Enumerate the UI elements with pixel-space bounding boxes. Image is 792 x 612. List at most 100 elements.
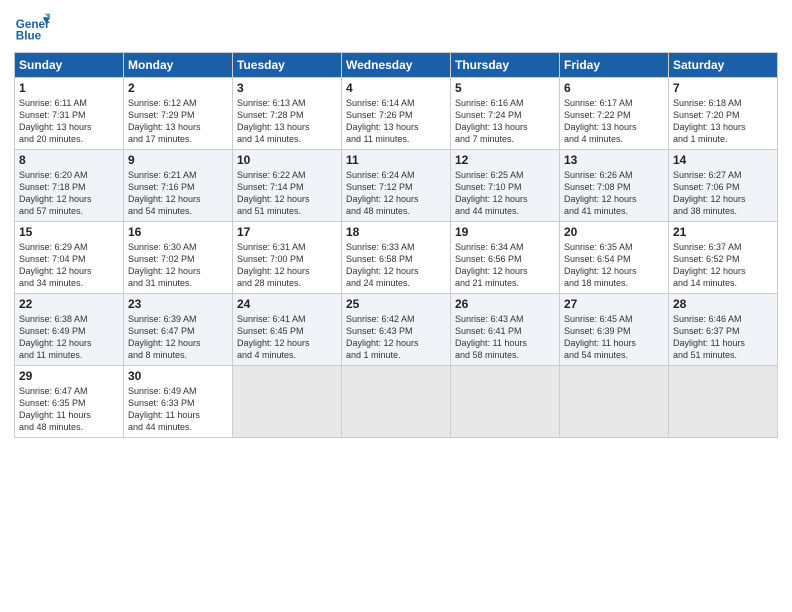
calendar-cell: 29 Sunrise: 6:47 AMSunset: 6:35 PMDayligh… (15, 366, 124, 438)
day-number: 7 (673, 81, 773, 95)
cell-info: Sunrise: 6:14 AMSunset: 7:26 PMDaylight:… (346, 97, 446, 146)
cell-info: Sunrise: 6:42 AMSunset: 6:43 PMDaylight:… (346, 313, 446, 362)
cell-info: Sunrise: 6:27 AMSunset: 7:06 PMDaylight:… (673, 169, 773, 218)
logo-icon: General Blue (14, 10, 50, 46)
day-header-monday: Monday (124, 53, 233, 78)
cell-info: Sunrise: 6:31 AMSunset: 7:00 PMDaylight:… (237, 241, 337, 290)
cell-info: Sunrise: 6:25 AMSunset: 7:10 PMDaylight:… (455, 169, 555, 218)
page-container: General Blue SundayMondayTuesdayWednesda… (0, 0, 792, 446)
calendar-cell: 21 Sunrise: 6:37 AMSunset: 6:52 PMDayligh… (669, 222, 778, 294)
cell-info: Sunrise: 6:43 AMSunset: 6:41 PMDaylight:… (455, 313, 555, 362)
cell-info: Sunrise: 6:37 AMSunset: 6:52 PMDaylight:… (673, 241, 773, 290)
day-number: 2 (128, 81, 228, 95)
cell-info: Sunrise: 6:26 AMSunset: 7:08 PMDaylight:… (564, 169, 664, 218)
day-number: 3 (237, 81, 337, 95)
cell-info: Sunrise: 6:41 AMSunset: 6:45 PMDaylight:… (237, 313, 337, 362)
cell-info: Sunrise: 6:13 AMSunset: 7:28 PMDaylight:… (237, 97, 337, 146)
cell-info: Sunrise: 6:30 AMSunset: 7:02 PMDaylight:… (128, 241, 228, 290)
day-number: 21 (673, 225, 773, 239)
day-header-tuesday: Tuesday (233, 53, 342, 78)
day-header-saturday: Saturday (669, 53, 778, 78)
day-number: 10 (237, 153, 337, 167)
calendar-cell: 7 Sunrise: 6:18 AMSunset: 7:20 PMDaylight… (669, 78, 778, 150)
day-number: 22 (19, 297, 119, 311)
calendar-cell: 18 Sunrise: 6:33 AMSunset: 6:58 PMDayligh… (342, 222, 451, 294)
calendar-week-3: 15 Sunrise: 6:29 AMSunset: 7:04 PMDayligh… (15, 222, 778, 294)
calendar-cell: 28Sunrise: 6:46 AMSunset: 6:37 PMDayligh… (669, 294, 778, 366)
calendar-cell: 3 Sunrise: 6:13 AMSunset: 7:28 PMDaylight… (233, 78, 342, 150)
calendar-week-5: 29 Sunrise: 6:47 AMSunset: 6:35 PMDayligh… (15, 366, 778, 438)
day-number: 26 (455, 297, 555, 311)
cell-info: Sunrise: 6:17 AMSunset: 7:22 PMDaylight:… (564, 97, 664, 146)
day-number: 12 (455, 153, 555, 167)
cell-info: Sunrise: 6:24 AMSunset: 7:12 PMDaylight:… (346, 169, 446, 218)
cell-info: Sunrise: 6:22 AMSunset: 7:14 PMDaylight:… (237, 169, 337, 218)
cell-info: Sunrise: 6:18 AMSunset: 7:20 PMDaylight:… (673, 97, 773, 146)
calendar-cell: 4Sunrise: 6:14 AMSunset: 7:26 PMDaylight… (342, 78, 451, 150)
day-number: 25 (346, 297, 446, 311)
calendar-cell (451, 366, 560, 438)
calendar-cell: 19 Sunrise: 6:34 AMSunset: 6:56 PMDayligh… (451, 222, 560, 294)
day-number: 30 (128, 369, 228, 383)
cell-info: Sunrise: 6:47 AMSunset: 6:35 PMDaylight:… (19, 385, 119, 434)
calendar-cell: 5Sunrise: 6:16 AMSunset: 7:24 PMDaylight… (451, 78, 560, 150)
calendar-cell: 25 Sunrise: 6:42 AMSunset: 6:43 PMDayligh… (342, 294, 451, 366)
calendar-cell: 10 Sunrise: 6:22 AMSunset: 7:14 PMDayligh… (233, 150, 342, 222)
calendar-cell: 14 Sunrise: 6:27 AMSunset: 7:06 PMDayligh… (669, 150, 778, 222)
calendar-week-4: 22 Sunrise: 6:38 AMSunset: 6:49 PMDayligh… (15, 294, 778, 366)
cell-info: Sunrise: 6:35 AMSunset: 6:54 PMDaylight:… (564, 241, 664, 290)
logo: General Blue (14, 10, 50, 46)
calendar-cell: 24 Sunrise: 6:41 AMSunset: 6:45 PMDayligh… (233, 294, 342, 366)
day-number: 20 (564, 225, 664, 239)
calendar-cell: 30 Sunrise: 6:49 AMSunset: 6:33 PMDayligh… (124, 366, 233, 438)
cell-info: Sunrise: 6:29 AMSunset: 7:04 PMDaylight:… (19, 241, 119, 290)
day-number: 18 (346, 225, 446, 239)
cell-info: Sunrise: 6:20 AMSunset: 7:18 PMDaylight:… (19, 169, 119, 218)
day-number: 27 (564, 297, 664, 311)
cell-info: Sunrise: 6:33 AMSunset: 6:58 PMDaylight:… (346, 241, 446, 290)
header-row: General Blue (14, 10, 778, 46)
calendar-cell: 26 Sunrise: 6:43 AMSunset: 6:41 PMDayligh… (451, 294, 560, 366)
cell-info: Sunrise: 6:11 AMSunset: 7:31 PMDaylight:… (19, 97, 119, 146)
day-number: 19 (455, 225, 555, 239)
day-header-sunday: Sunday (15, 53, 124, 78)
day-header-friday: Friday (560, 53, 669, 78)
day-number: 8 (19, 153, 119, 167)
day-number: 16 (128, 225, 228, 239)
calendar-cell: 6 Sunrise: 6:17 AMSunset: 7:22 PMDaylight… (560, 78, 669, 150)
calendar-cell: 8 Sunrise: 6:20 AMSunset: 7:18 PMDaylight… (15, 150, 124, 222)
calendar-cell: 22 Sunrise: 6:38 AMSunset: 6:49 PMDayligh… (15, 294, 124, 366)
day-number: 17 (237, 225, 337, 239)
day-number: 14 (673, 153, 773, 167)
day-header-wednesday: Wednesday (342, 53, 451, 78)
calendar-cell: 9Sunrise: 6:21 AMSunset: 7:16 PMDaylight… (124, 150, 233, 222)
cell-info: Sunrise: 6:49 AMSunset: 6:33 PMDaylight:… (128, 385, 228, 434)
day-number: 11 (346, 153, 446, 167)
calendar-cell: 27 Sunrise: 6:45 AMSunset: 6:39 PMDayligh… (560, 294, 669, 366)
calendar-cell (342, 366, 451, 438)
calendar-cell: 11 Sunrise: 6:24 AMSunset: 7:12 PMDayligh… (342, 150, 451, 222)
cell-info: Sunrise: 6:45 AMSunset: 6:39 PMDaylight:… (564, 313, 664, 362)
day-number: 5 (455, 81, 555, 95)
day-header-thursday: Thursday (451, 53, 560, 78)
day-number: 24 (237, 297, 337, 311)
calendar-cell: 23Sunrise: 6:39 AMSunset: 6:47 PMDayligh… (124, 294, 233, 366)
svg-text:Blue: Blue (16, 30, 42, 43)
cell-info: Sunrise: 6:34 AMSunset: 6:56 PMDaylight:… (455, 241, 555, 290)
day-number: 13 (564, 153, 664, 167)
calendar-week-1: 1Sunrise: 6:11 AMSunset: 7:31 PMDaylight… (15, 78, 778, 150)
day-number: 6 (564, 81, 664, 95)
calendar-cell: 15 Sunrise: 6:29 AMSunset: 7:04 PMDayligh… (15, 222, 124, 294)
day-number: 15 (19, 225, 119, 239)
calendar-week-2: 8 Sunrise: 6:20 AMSunset: 7:18 PMDaylight… (15, 150, 778, 222)
cell-info: Sunrise: 6:21 AMSunset: 7:16 PMDaylight:… (128, 169, 228, 218)
cell-info: Sunrise: 6:46 AMSunset: 6:37 PMDaylight:… (673, 313, 773, 362)
calendar-cell: 12 Sunrise: 6:25 AMSunset: 7:10 PMDayligh… (451, 150, 560, 222)
calendar-cell: 1Sunrise: 6:11 AMSunset: 7:31 PMDaylight… (15, 78, 124, 150)
cell-info: Sunrise: 6:38 AMSunset: 6:49 PMDaylight:… (19, 313, 119, 362)
day-number: 29 (19, 369, 119, 383)
cell-info: Sunrise: 6:12 AMSunset: 7:29 PMDaylight:… (128, 97, 228, 146)
calendar-table: SundayMondayTuesdayWednesdayThursdayFrid… (14, 52, 778, 438)
calendar-cell: 2 Sunrise: 6:12 AMSunset: 7:29 PMDaylight… (124, 78, 233, 150)
day-number: 23 (128, 297, 228, 311)
